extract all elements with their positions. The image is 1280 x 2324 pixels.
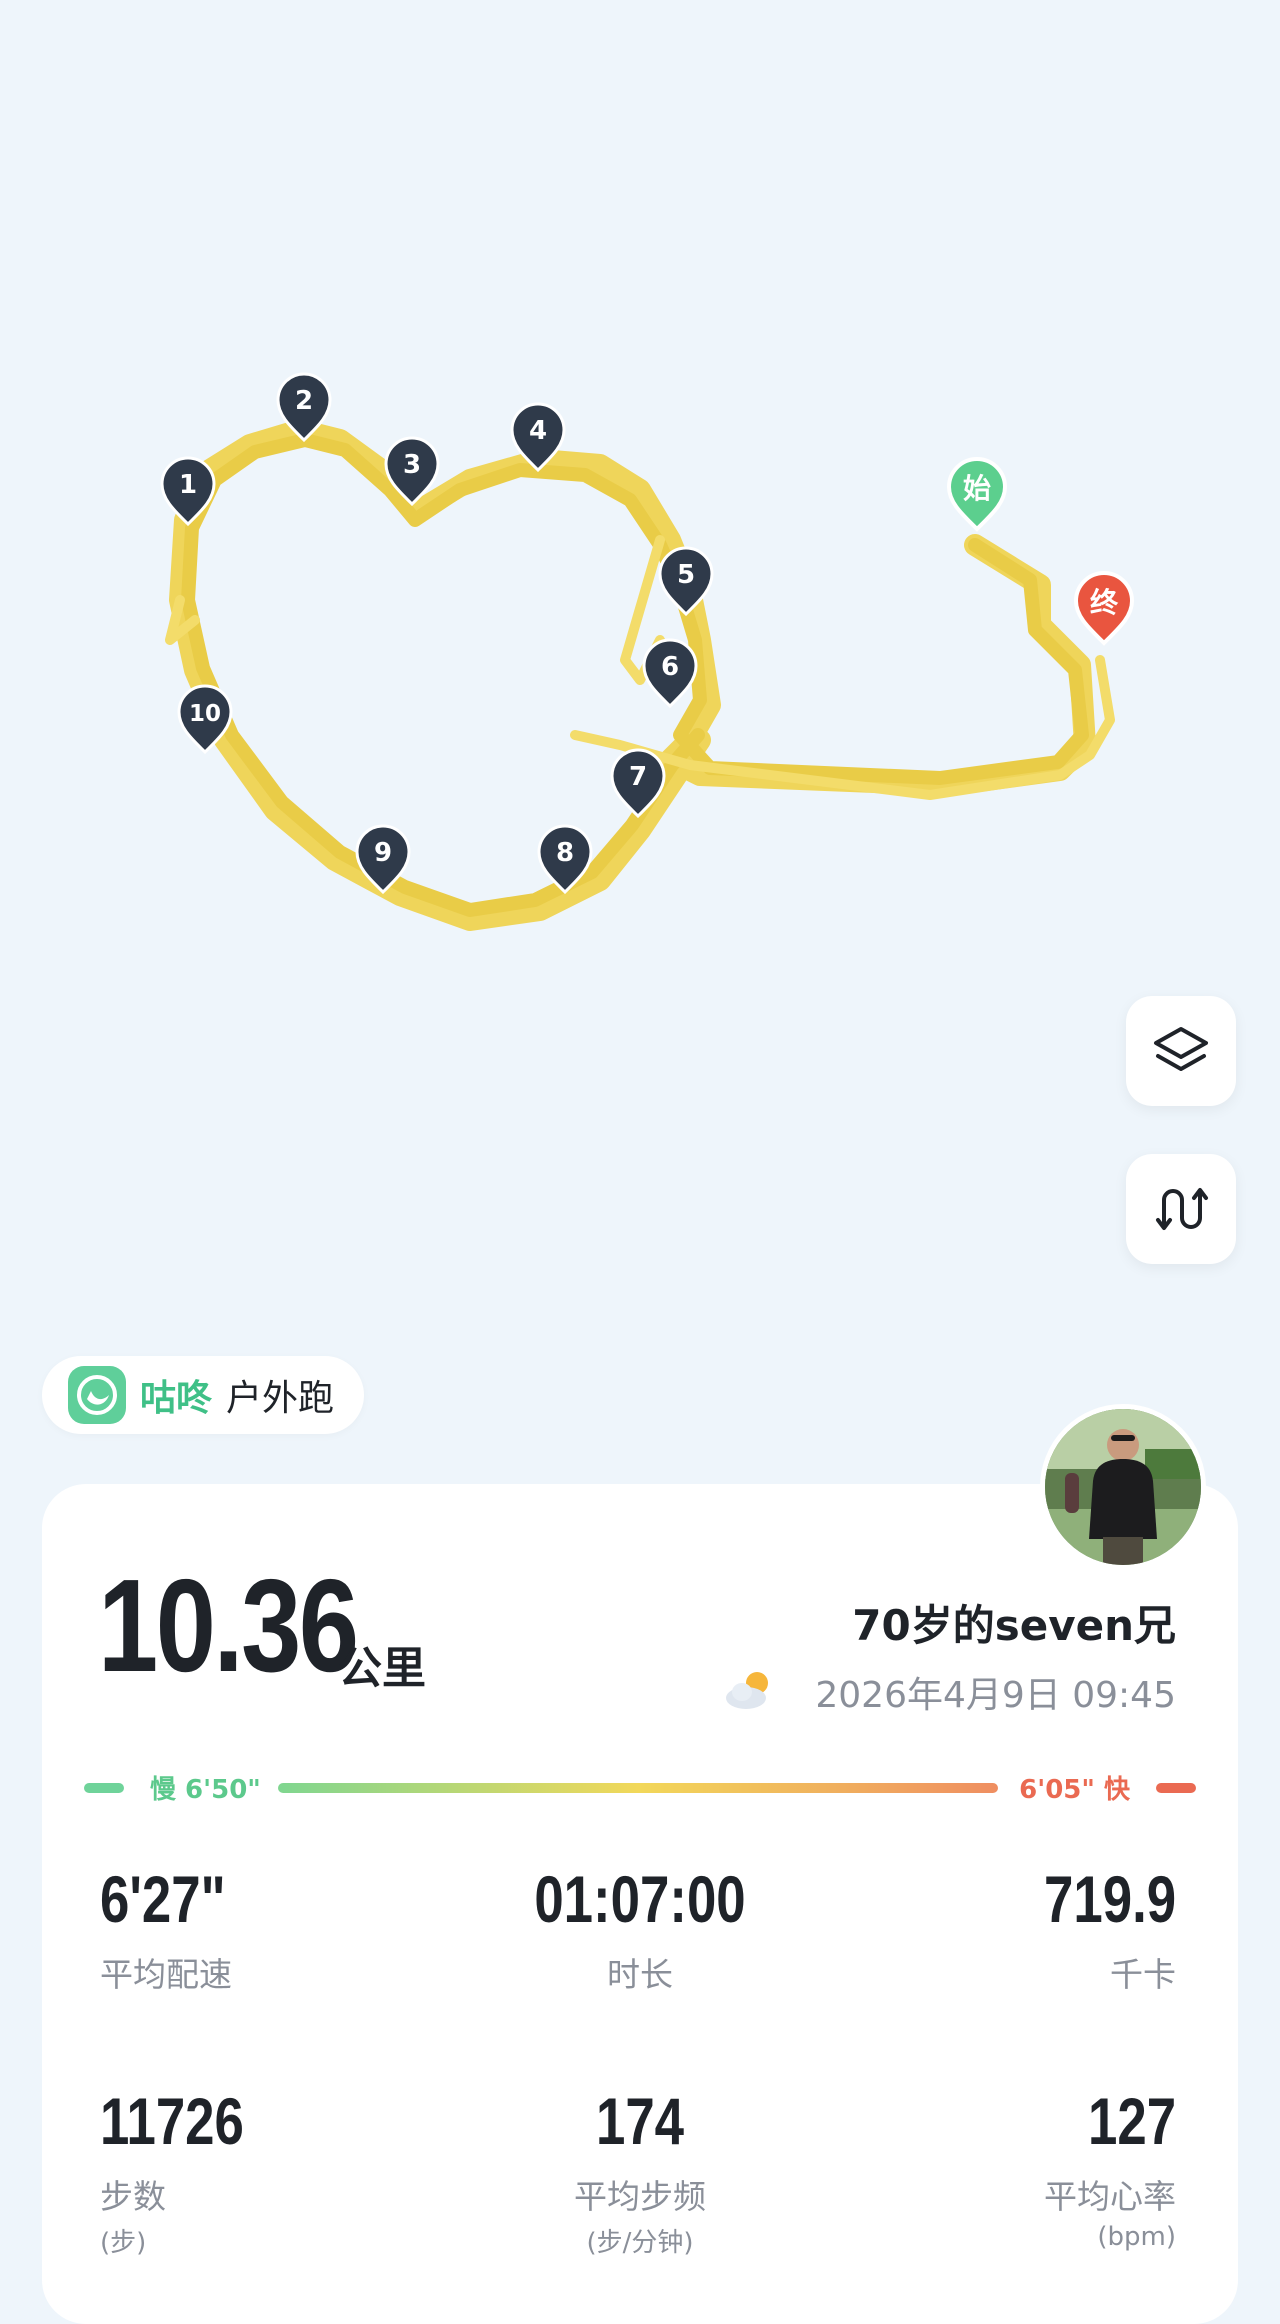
distance-unit: 公里	[338, 1643, 426, 1694]
slow-swatch	[84, 1783, 124, 1793]
pace-range-bar: 慢 6'50" 6'05" 快	[82, 1770, 1198, 1806]
distance-value: 10.36	[98, 1552, 359, 1699]
km-marker-label: 10	[189, 701, 221, 727]
route-map[interactable]: 始 终 1 2 3 4 5 6 7 8 9 10	[0, 0, 1280, 1340]
start-marker-label: 始	[963, 472, 991, 505]
app-brand-pill: 咕咚 户外跑	[42, 1356, 365, 1434]
avatar[interactable]	[1040, 1404, 1206, 1570]
km-marker-label: 7	[629, 762, 647, 792]
route-icon	[1156, 1188, 1208, 1230]
route-toggle-button[interactable]	[1126, 1154, 1236, 1264]
km-marker-6[interactable]: 6	[642, 638, 698, 709]
layers-icon	[1154, 1027, 1208, 1071]
km-marker-label: 1	[179, 470, 197, 500]
codoon-logo-icon	[68, 1366, 126, 1424]
duration-value: 01:07:00	[534, 1862, 746, 1936]
km-marker-label: 9	[374, 838, 392, 868]
heart-rate-unit: (bpm)	[1097, 2222, 1176, 2252]
km-marker-label: 2	[295, 386, 313, 416]
partly-cloudy-icon	[726, 1672, 768, 1709]
start-marker[interactable]: 始	[946, 457, 1008, 532]
cadence-label: 平均步频	[574, 2177, 706, 2216]
steps-unit: (步)	[100, 2228, 147, 2258]
km-marker-5[interactable]: 5	[658, 546, 714, 617]
km-marker-label: 3	[403, 450, 421, 480]
km-marker-label: 6	[661, 652, 679, 682]
pace-fast-label: 6'05" 快	[1019, 1775, 1131, 1805]
steps-value: 11726	[100, 2084, 244, 2158]
activity-type: 户外跑	[226, 1378, 335, 1419]
layers-button[interactable]	[1126, 996, 1236, 1106]
activity-datetime: 2026年4月9日 09:45	[815, 1675, 1176, 1716]
duration-label: 时长	[607, 1955, 673, 1994]
heart-rate-label: 平均心率	[1044, 2177, 1176, 2216]
steps-label: 步数	[100, 2177, 166, 2216]
heart-rate-value: 127	[1087, 2084, 1176, 2158]
avg-pace-value: 6'27"	[100, 1862, 226, 1936]
calories-label: 千卡	[1110, 1955, 1176, 1994]
route-map-svg: 始 终 1 2 3 4 5 6 7 8 9 10	[160, 372, 1135, 931]
km-marker-label: 4	[529, 416, 547, 446]
end-marker[interactable]: 终	[1073, 571, 1135, 646]
fast-swatch	[1156, 1783, 1196, 1793]
avg-pace-label: 平均配速	[100, 1955, 232, 1994]
km-marker-label: 8	[556, 838, 574, 868]
calories-value: 719.9	[1043, 1862, 1176, 1936]
brand-name: 咕咚	[140, 1378, 213, 1419]
cadence-unit: (步/分钟)	[586, 2228, 694, 2258]
username: 70岁的seven兄	[852, 1601, 1176, 1650]
pace-slow-label: 慢 6'50"	[150, 1775, 261, 1805]
pace-gradient	[278, 1783, 998, 1793]
km-marker-label: 5	[677, 560, 695, 590]
end-marker-label: 终	[1090, 586, 1119, 619]
cadence-value: 174	[595, 2084, 685, 2158]
